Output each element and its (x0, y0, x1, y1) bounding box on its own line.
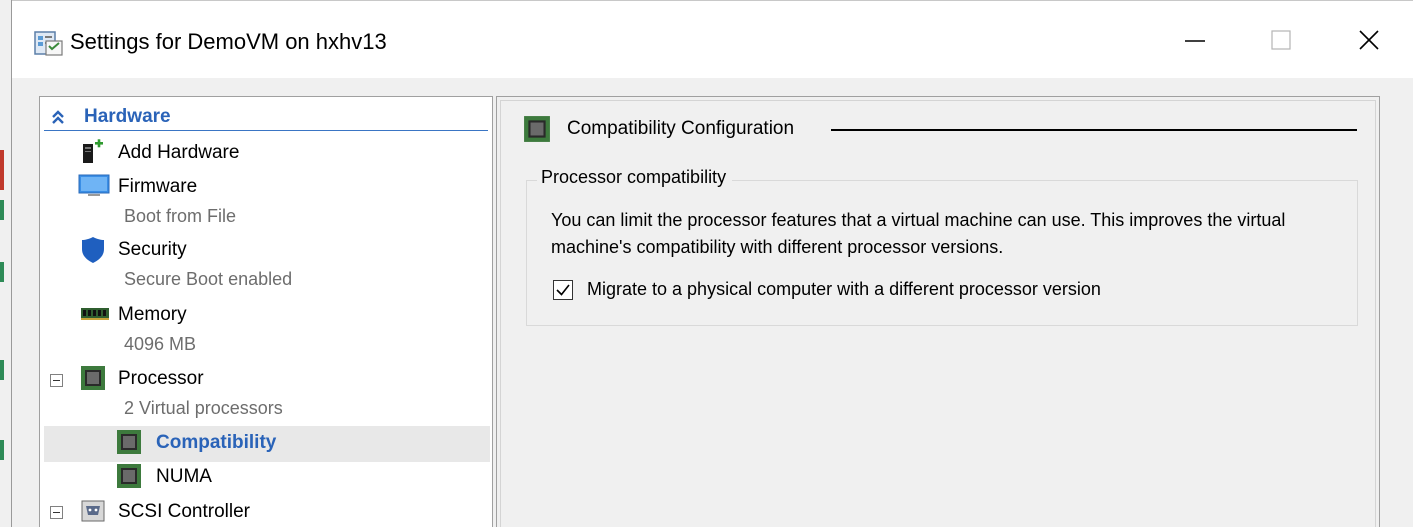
section-divider (831, 129, 1357, 131)
settings-content-pane: Compatibility Configuration Processor co… (496, 96, 1380, 527)
scsi-collapse-toggle[interactable] (50, 506, 63, 519)
edge-mark (0, 150, 4, 190)
processor-chip-icon (80, 365, 106, 391)
maximize-button[interactable] (1246, 15, 1316, 65)
settings-window: Settings for DemoVM on hxhv13 Hardware A… (12, 0, 1413, 527)
memory-module-icon (80, 305, 110, 331)
tree-item-label: Memory (118, 304, 187, 325)
content-frame: Compatibility Configuration Processor co… (500, 100, 1376, 527)
minimize-button[interactable] (1160, 15, 1230, 65)
group-legend: Processor compatibility (537, 167, 733, 188)
migrate-checkbox-label[interactable]: Migrate to a physical computer with a di… (587, 279, 1101, 300)
edge-mark (0, 440, 4, 460)
shield-icon (80, 236, 106, 263)
tree-item-firmware[interactable]: Firmware Boot from File (78, 173, 480, 233)
processor-collapse-toggle[interactable] (50, 374, 63, 387)
maximize-icon (1271, 30, 1291, 50)
tree-item-label: Firmware (118, 176, 198, 197)
scsi-controller-icon (80, 498, 106, 524)
tree-item-memory[interactable]: Memory 4096 MB (80, 301, 480, 361)
checkmark-icon (556, 284, 570, 296)
edge-mark (0, 262, 4, 282)
tree-item-label: Add Hardware (118, 142, 240, 163)
processor-chip-icon (116, 463, 142, 489)
tree-item-detail: 4096 MB (124, 334, 197, 354)
background-window-edge (0, 0, 12, 527)
collapse-chevrons-icon[interactable] (50, 109, 66, 130)
title-bar[interactable]: Settings for DemoVM on hxhv13 (12, 0, 1413, 78)
processor-chip-icon (523, 115, 551, 148)
tree-item-processor[interactable]: Processor 2 Virtual processors (80, 365, 480, 425)
tree-item-label: Compatibility (156, 432, 277, 453)
tree-item-add-hardware[interactable]: Add Hardware (80, 139, 480, 169)
tree-item-label: Processor (118, 368, 204, 389)
minimize-icon (1185, 40, 1205, 42)
tree-section-hardware[interactable]: Hardware (44, 105, 488, 131)
tree-item-numa[interactable]: NUMA (116, 463, 476, 493)
close-icon (1359, 30, 1379, 50)
edge-mark (0, 200, 4, 220)
tree-item-detail: Boot from File (124, 206, 237, 226)
section-title: Compatibility Configuration (567, 118, 795, 139)
tree-section-label: Hardware (84, 106, 171, 127)
processor-compatibility-group: Processor compatibility You can limit th… (526, 167, 1358, 326)
tree-item-label: Security (118, 239, 187, 260)
firmware-monitor-icon (78, 173, 110, 199)
close-button[interactable] (1334, 15, 1404, 65)
tree-item-scsi-controller[interactable]: SCSI Controller (80, 498, 480, 527)
settings-window-icon (34, 29, 64, 57)
tree-item-security[interactable]: Security Secure Boot enabled (80, 236, 480, 296)
migrate-checkbox[interactable] (553, 280, 573, 300)
tree-item-detail: 2 Virtual processors (124, 398, 283, 418)
tree-item-label: SCSI Controller (118, 501, 250, 522)
group-description: You can limit the processor features tha… (551, 210, 1286, 257)
tree-item-compatibility[interactable]: Compatibility (116, 429, 476, 459)
processor-chip-icon (116, 429, 142, 455)
tree-item-detail: Secure Boot enabled (124, 269, 293, 289)
add-hardware-icon (80, 139, 106, 165)
edge-mark (0, 360, 4, 380)
tree-item-label: NUMA (156, 466, 212, 487)
hardware-tree[interactable]: Hardware Add Hardware Firmware Boot from… (39, 96, 493, 527)
window-title: Settings for DemoVM on hxhv13 (70, 29, 387, 54)
